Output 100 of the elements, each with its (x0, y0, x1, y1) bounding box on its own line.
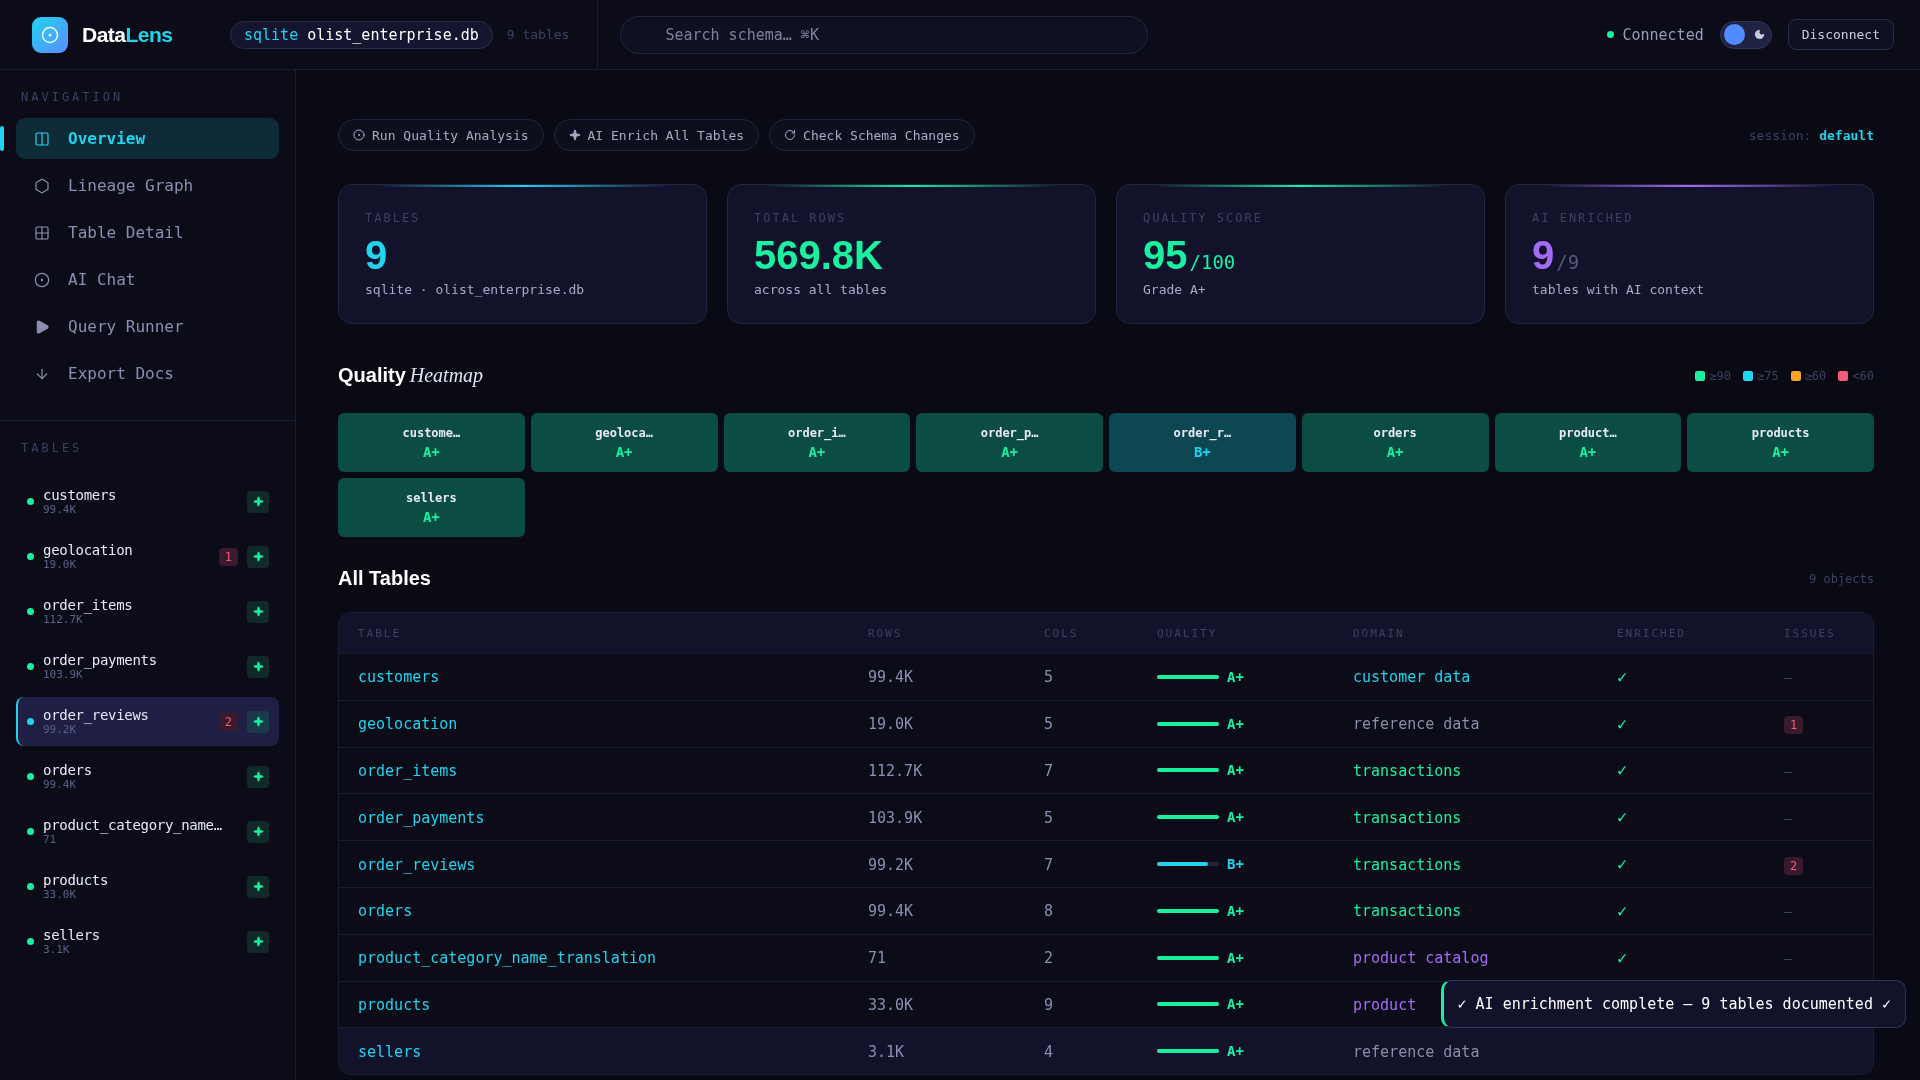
enrich-button[interactable] (247, 600, 269, 623)
issue-count: 1 (1784, 716, 1804, 735)
table-link[interactable]: products (358, 995, 431, 1014)
heatmap-tile[interactable]: orders A+ (1301, 413, 1489, 472)
table-link[interactable]: sellers (358, 1042, 422, 1061)
sparkle-icon (252, 551, 264, 562)
section-title: Quality Heatmap (338, 364, 484, 387)
table-link[interactable]: orders (358, 902, 413, 921)
table-link[interactable]: order_reviews (358, 855, 476, 874)
table-row[interactable]: order_reviews 99.2K 7 B+ transactions ✓ 2 (339, 840, 1873, 887)
row-count: 103.9K (43, 668, 83, 681)
object-count: 9 objects (1808, 571, 1874, 586)
table-list-item[interactable]: customers 99.4K (16, 477, 279, 526)
table-list-item[interactable]: orders 99.4K (16, 752, 279, 801)
legend-label: ≥75 (1756, 368, 1779, 383)
heatmap-tile[interactable]: product… A+ (1494, 413, 1682, 472)
action-button[interactable]: AI Enrich All Tables (553, 119, 760, 151)
enrich-button[interactable] (247, 490, 269, 513)
table-row[interactable]: order_items 112.7K 7 A+ transactions ✓ — (339, 746, 1873, 794)
hexagon-icon (34, 177, 50, 194)
heatmap-tile[interactable]: sellers A+ (338, 478, 525, 537)
nav-item[interactable]: Lineage Graph (16, 165, 279, 206)
table-cell: 5 (1044, 808, 1054, 827)
heatmap-tile[interactable]: products A+ (1687, 413, 1874, 472)
action-button[interactable]: Run Quality Analysis (338, 119, 544, 151)
table-list-item[interactable]: products 33.0K (16, 862, 279, 911)
row-count: 99.2K (43, 723, 77, 736)
disconnect-button[interactable]: Disconnect (1787, 19, 1894, 50)
quality-grade: B+ (1227, 856, 1244, 873)
table-link[interactable]: order_payments (358, 808, 485, 827)
heatmap-tile[interactable]: order_p… A+ (916, 413, 1103, 472)
check-mark: ✓ (1617, 947, 1628, 968)
status-dot (27, 938, 34, 945)
domain-tag: transactions (1353, 808, 1462, 827)
table-row[interactable]: customers 99.4K 5 A+ customer data ✓ — (339, 653, 1873, 700)
table-list-item[interactable]: product_category_name… 71 (16, 807, 279, 856)
search-field[interactable]: Search schema… ⌘K (620, 15, 1149, 54)
stat-suffix: /9 (1556, 251, 1580, 273)
table-cell: 99.2K (868, 855, 914, 874)
table-link[interactable]: geolocation (358, 715, 458, 734)
table-row[interactable]: orders 99.4K 8 A+ transactions ✓ — (339, 887, 1873, 934)
table-row[interactable]: sellers 3.1K 4 A+ reference data (339, 1027, 1873, 1075)
enrich-button[interactable] (247, 655, 269, 678)
quality-grade: A+ (1227, 715, 1244, 732)
table-link[interactable]: customers (358, 668, 440, 687)
quality-grade: A+ (1227, 668, 1244, 685)
check-mark: ✓ (1617, 713, 1628, 734)
table-list-item[interactable]: order_reviews 99.2K 2 (16, 697, 279, 746)
sparkle-icon (252, 716, 264, 727)
stat-caption: across all tables (754, 282, 889, 297)
enrich-button[interactable] (247, 545, 269, 568)
table-cell: 8 (1044, 902, 1054, 921)
table-link[interactable]: product_category_name_translation (358, 949, 656, 968)
status-dot (27, 828, 34, 835)
status-dot (27, 498, 34, 505)
heatmap-tile[interactable]: order_i… A+ (723, 413, 911, 472)
heatmap-tile[interactable]: custome… A+ (338, 413, 525, 472)
table-cell: 71 (868, 949, 887, 968)
legend-label: ≥90 (1709, 368, 1731, 383)
nav-item[interactable]: Table Detail (16, 212, 279, 253)
sparkle-icon (568, 129, 581, 141)
enrich-button[interactable] (247, 930, 269, 953)
theme-toggle[interactable] (1719, 20, 1772, 49)
check-mark: ✓ (1617, 900, 1628, 921)
table-list-item[interactable]: geolocation 19.0K 1 (16, 532, 279, 581)
table-cell: 5 (1044, 668, 1054, 687)
check-mark: ✓ (1617, 854, 1628, 875)
section-label: TABLES (20, 440, 84, 457)
database-pill[interactable]: sqlite olist_enterprise.db (230, 20, 493, 49)
table-row[interactable]: geolocation 19.0K 5 A+ reference data ✓ 1 (339, 699, 1873, 747)
enrich-button[interactable] (247, 820, 269, 843)
enrich-button[interactable] (247, 875, 269, 898)
heatmap-tile[interactable]: geoloca… A+ (530, 413, 718, 472)
nav-item[interactable]: Export Docs (16, 353, 279, 394)
table-row[interactable]: order_payments 103.9K 5 A+ transactions ✓ — (339, 793, 1873, 841)
status-dot (27, 553, 34, 560)
sparkle-icon (252, 606, 264, 617)
status-dot (27, 883, 34, 890)
table-cell: 7 (1044, 762, 1054, 780)
action-button[interactable]: Check Schema Changes (769, 119, 975, 151)
table-link[interactable]: order_items (358, 762, 458, 780)
nav-item[interactable]: AI Chat (16, 259, 279, 300)
enrich-button[interactable] (247, 710, 269, 733)
section-label: NAVIGATION (20, 89, 125, 106)
table-list-item[interactable]: order_items 112.7K (16, 587, 279, 636)
row-count: 99.4K (43, 778, 77, 791)
domain-tag: product catalog (1353, 949, 1489, 968)
heatmap-tile[interactable]: order_r… B+ (1109, 413, 1296, 472)
stat-value: 9 (1532, 233, 1555, 278)
connection-status: Connected (1622, 25, 1704, 44)
table-name: order_reviews (43, 707, 149, 723)
session-label: session: default (1748, 127, 1874, 143)
table-list-item[interactable]: order_payments 103.9K (16, 642, 279, 691)
logo-icon (32, 16, 68, 53)
table-list-item[interactable]: sellers 3.1K (16, 917, 279, 966)
nav-item[interactable]: Query Runner (16, 306, 279, 347)
enrich-button[interactable] (247, 765, 269, 788)
sparkle-icon (252, 496, 264, 507)
moon-icon (1753, 29, 1765, 40)
table-cell: 3.1K (868, 1042, 905, 1061)
